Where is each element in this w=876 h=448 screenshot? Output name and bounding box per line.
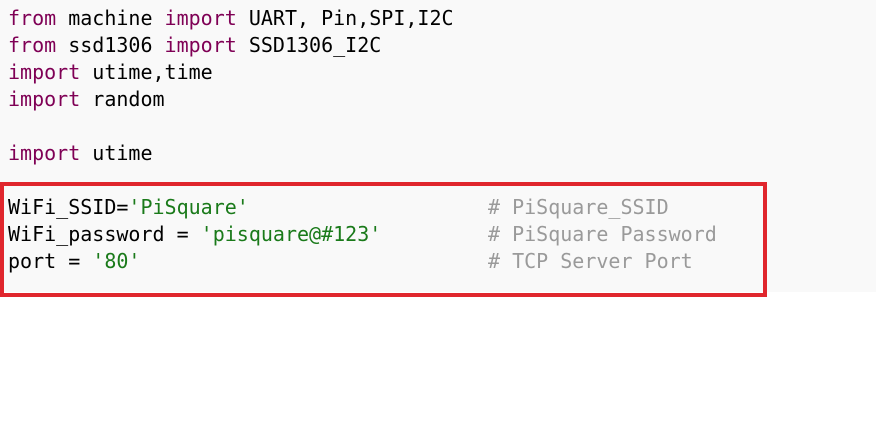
keyword: import: [8, 87, 81, 111]
import-list: random: [80, 87, 165, 111]
code-line-4: import random: [8, 86, 165, 113]
keyword: import: [8, 141, 81, 165]
keyword: from: [8, 33, 57, 57]
module-name: machine: [56, 6, 165, 30]
keyword: import: [164, 33, 237, 57]
import-list: UART, Pin,SPI,I2C: [236, 6, 454, 30]
import-list: utime: [80, 141, 153, 165]
code-editor[interactable]: from machine import UART, Pin,SPI,I2C fr…: [0, 0, 876, 297]
code-line-3: import utime,time: [8, 59, 213, 86]
code-line-1: from machine import UART, Pin,SPI,I2C: [8, 5, 454, 32]
module-name: ssd1306: [56, 33, 165, 57]
code-line-6: import utime: [8, 140, 153, 167]
import-list: utime,time: [80, 60, 213, 84]
keyword: from: [8, 6, 57, 30]
highlight-box: [0, 182, 767, 297]
code-line-2: from ssd1306 import SSD1306_I2C: [8, 32, 381, 59]
keyword: import: [8, 60, 81, 84]
keyword: import: [164, 6, 237, 30]
import-list: SSD1306_I2C: [236, 33, 382, 57]
